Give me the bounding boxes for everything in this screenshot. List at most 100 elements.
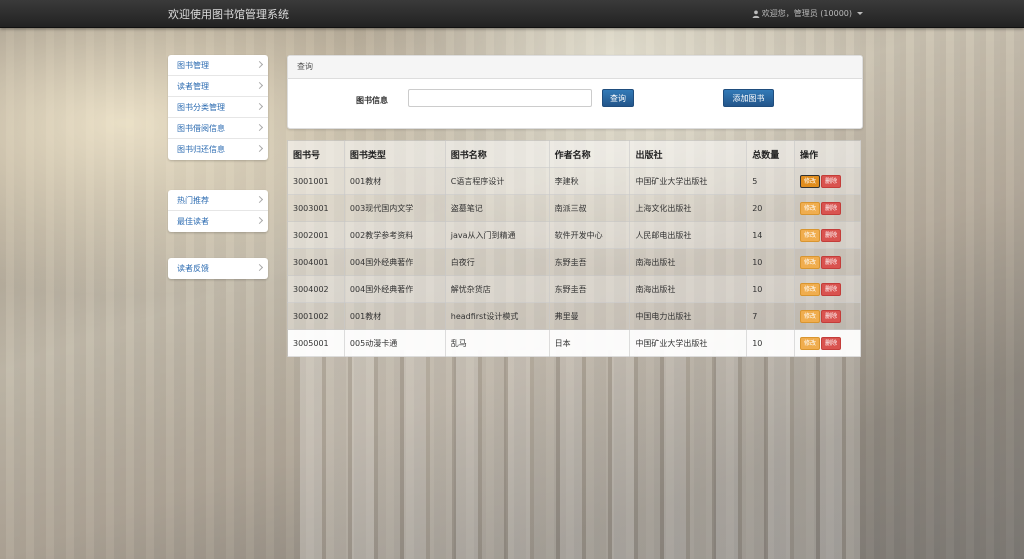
book-id-cell: 3002001 [287,221,345,249]
chevron-right-icon [255,144,264,153]
publisher-cell: 中国矿业大学出版社 [629,167,748,195]
chevron-right-icon [255,81,264,90]
author-cell: 弗里曼 [548,302,631,330]
chevron-right-icon [255,102,264,111]
book-name-cell: C语言程序设计 [444,167,550,195]
chevron-right-icon [255,195,264,204]
chevron-down-icon [857,12,863,15]
book-type-cell: 004国外经典著作 [343,248,446,276]
user-icon [752,10,760,18]
book-name-cell: java从入门到精通 [444,221,550,249]
author-cell: 东野圭吾 [548,275,631,303]
query-panel: 查询 图书信息 查询 添加图书 [287,55,863,129]
book-info-label: 图书信息 [356,96,388,105]
edit-button[interactable]: 修改 [800,309,821,323]
sidebar-item-category-management[interactable]: 图书分类管理 [168,97,268,118]
book-type-cell: 003现代国内文学 [343,194,446,222]
top-navbar: 欢迎使用图书馆管理系统 欢迎您，管理员 (10000) [0,0,1024,28]
author-cell: 东野圭吾 [548,248,631,276]
background-books [300,350,860,559]
table-row: 3003001 003现代国内文学 盗墓笔记 南派三叔 上海文化出版社 20 修… [287,194,861,222]
query-button[interactable]: 查询 [602,89,634,107]
column-header: 图书类型 [343,140,446,168]
delete-button[interactable]: 删除 [821,255,842,269]
sidebar-item-label: 读者反馈 [177,264,209,273]
publisher-cell: 人民邮电出版社 [629,221,748,249]
column-header: 图书号 [287,140,345,168]
table-header-row: 图书号 图书类型 图书名称 作者名称 出版社 总数量 操作 [287,140,861,168]
user-menu-label: 欢迎您，管理员 (10000) [761,9,852,18]
publisher-cell: 中国电力出版社 [629,302,748,330]
publisher-cell: 南海出版社 [629,275,748,303]
sidebar-item-label: 读者管理 [177,82,209,91]
sidebar-item-label: 最佳读者 [177,217,209,226]
book-id-cell: 3004002 [287,275,345,303]
delete-button[interactable]: 删除 [821,201,842,215]
book-name-cell: headfirst设计模式 [444,302,550,330]
book-type-cell: 004国外经典著作 [343,275,446,303]
edit-button[interactable]: 修改 [800,282,821,296]
actions-cell: 修改 删除 [794,221,861,249]
book-table: 图书号 图书类型 图书名称 作者名称 出版社 总数量 操作 3001001 00… [287,140,861,357]
actions-cell: 修改 删除 [794,275,861,303]
book-search-input[interactable] [408,89,592,107]
book-name-cell: 乱马 [444,329,550,357]
book-name-cell: 白夜行 [444,248,550,276]
sidebar-item-best-reader[interactable]: 最佳读者 [168,211,268,232]
add-book-button[interactable]: 添加图书 [723,89,774,107]
quantity-cell: 10 [746,275,796,303]
table-row: 3004002 004国外经典著作 解忧杂货店 东野圭吾 南海出版社 10 修改… [287,275,861,303]
quantity-cell: 14 [746,221,796,249]
edit-button[interactable]: 修改 [800,255,821,269]
sidebar-item-label: 图书管理 [177,61,209,70]
app-title[interactable]: 欢迎使用图书馆管理系统 [168,6,289,22]
delete-button[interactable]: 删除 [821,336,842,350]
table-row: 3004001 004国外经典著作 白夜行 东野圭吾 南海出版社 10 修改 删除 [287,248,861,276]
table-row: 3001002 001教材 headfirst设计模式 弗里曼 中国电力出版社 … [287,302,861,330]
sidebar-item-reader-management[interactable]: 读者管理 [168,76,268,97]
sidebar-item-borrow-info[interactable]: 图书借阅信息 [168,118,268,139]
quantity-cell: 10 [746,329,796,357]
delete-button[interactable]: 删除 [821,282,842,296]
quantity-cell: 7 [746,302,796,330]
sidebar-item-book-management[interactable]: 图书管理 [168,55,268,76]
sidebar-feedback-menu: 读者反馈 [168,258,268,279]
edit-button[interactable]: 修改 [800,228,821,242]
sidebar-item-label: 图书归还信息 [177,145,225,154]
actions-cell: 修改 删除 [794,194,861,222]
chevron-right-icon [255,60,264,69]
delete-button[interactable]: 删除 [821,309,842,323]
column-header: 操作 [794,140,861,168]
book-id-cell: 3004001 [287,248,345,276]
sidebar-item-label: 热门推荐 [177,196,209,205]
book-id-cell: 3005001 [287,329,345,357]
edit-button[interactable]: 修改 [800,336,821,350]
column-header: 出版社 [629,140,748,168]
chevron-right-icon [255,263,264,272]
sidebar-item-hot-recommend[interactable]: 热门推荐 [168,190,268,211]
book-type-cell: 005动漫卡通 [343,329,446,357]
delete-button[interactable]: 删除 [821,228,842,242]
actions-cell: 修改 删除 [794,248,861,276]
publisher-cell: 南海出版社 [629,248,748,276]
author-cell: 李建秋 [548,167,631,195]
table-row: 3002001 002教学参考资料 java从入门到精通 软件开发中心 人民邮电… [287,221,861,249]
sidebar-item-reader-feedback[interactable]: 读者反馈 [168,258,268,279]
delete-button[interactable]: 删除 [821,174,842,188]
author-cell: 南派三叔 [548,194,631,222]
table-row: 3005001 005动漫卡通 乱马 日本 中国矿业大学出版社 10 修改 删除 [287,329,861,357]
column-header: 总数量 [746,140,796,168]
user-menu[interactable]: 欢迎您，管理员 (10000) [752,8,863,19]
edit-button[interactable]: 修改 [800,201,821,215]
book-id-cell: 3001001 [287,167,345,195]
chevron-right-icon [255,216,264,225]
sidebar-main-menu: 图书管理 读者管理 图书分类管理 图书借阅信息 图书归还信息 [168,55,268,160]
sidebar-item-return-info[interactable]: 图书归还信息 [168,139,268,160]
table-row: 3001001 001教材 C语言程序设计 李建秋 中国矿业大学出版社 5 修改… [287,167,861,195]
edit-button[interactable]: 修改 [800,174,821,188]
author-cell: 日本 [548,329,631,357]
book-id-cell: 3001002 [287,302,345,330]
chevron-right-icon [255,123,264,132]
query-panel-title: 查询 [288,56,862,79]
actions-cell: 修改 删除 [794,329,861,357]
